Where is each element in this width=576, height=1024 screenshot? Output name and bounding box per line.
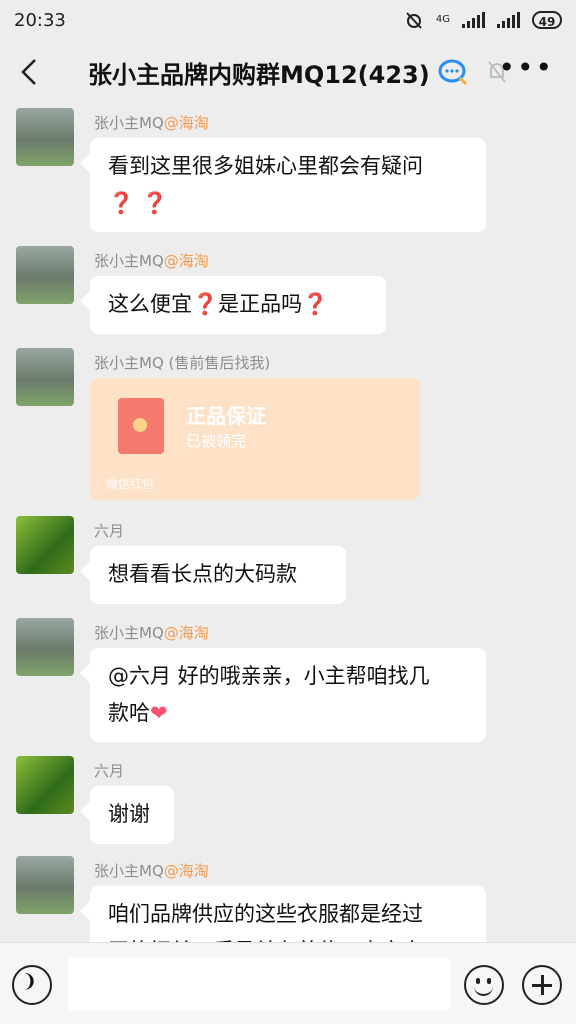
- signal-icon-2: [497, 12, 520, 28]
- question-icon: ❓: [302, 292, 329, 316]
- alarm-off-icon: [406, 12, 422, 29]
- ellipsis-icon: •••: [498, 51, 554, 84]
- status-bar: 20:33 4G 49: [0, 0, 576, 40]
- message-bubble[interactable]: 想看看长点的大码款: [90, 546, 346, 604]
- chat-header: 张小主品牌内购群MQ12(423) •••: [0, 40, 576, 104]
- sender-name: 六月: [94, 522, 125, 540]
- emoji-button[interactable]: [464, 965, 504, 1005]
- message-input[interactable]: [68, 957, 450, 1011]
- message-text: 这么便宜: [108, 292, 192, 316]
- sender-name: 张小主MQ@海淘: [94, 114, 209, 132]
- red-packet-status: 已被领完: [186, 432, 247, 450]
- question-icon: ❓: [192, 292, 219, 316]
- message-item: 六月 谢谢: [16, 756, 560, 846]
- more-functions-button[interactable]: [522, 965, 562, 1005]
- input-bar: [0, 942, 576, 1024]
- message-bubble[interactable]: 看到这里很多姐妹心里都会有疑问 ❓ ❓: [90, 138, 486, 232]
- chat-title[interactable]: 张小主品牌内购群MQ12(423): [88, 55, 430, 90]
- message-text-2: 款哈: [108, 701, 150, 725]
- avatar[interactable]: [16, 246, 74, 304]
- chevron-left-icon: [21, 59, 36, 85]
- network-label: 4G: [435, 14, 450, 25]
- message-bubble[interactable]: 谢谢: [90, 786, 174, 844]
- message-list[interactable]: 张小主MQ@海淘 看到这里很多姐妹心里都会有疑问 ❓ ❓ 张小主MQ@海淘 这么…: [0, 104, 576, 942]
- avatar[interactable]: [16, 108, 74, 166]
- red-packet-icon: [118, 398, 164, 454]
- avatar[interactable]: [16, 516, 74, 574]
- more-options-button[interactable]: •••: [498, 54, 554, 82]
- back-button[interactable]: [0, 40, 58, 104]
- status-icons: 4G 49: [404, 10, 562, 30]
- voice-button[interactable]: [12, 965, 52, 1005]
- message-item: 张小主MQ@海淘 看到这里很多姐妹心里都会有疑问 ❓ ❓: [16, 108, 560, 232]
- message-item: 张小主MQ@海淘 这么便宜❓是正品吗❓: [16, 246, 560, 336]
- message-bubble[interactable]: 这么便宜❓是正品吗❓: [90, 276, 386, 334]
- message-text: 看到这里很多姐妹心里都会有疑问: [108, 154, 423, 178]
- signal-icon: [462, 12, 485, 28]
- question-icons: ❓ ❓: [108, 191, 168, 215]
- message-text: 想看看长点的大码款: [108, 562, 297, 586]
- avatar[interactable]: [16, 856, 74, 914]
- avatar[interactable]: [16, 618, 74, 676]
- sender-name: 张小主MQ@海淘: [94, 252, 209, 270]
- message-bubble[interactable]: 咱们品牌供应的这些衣服都是经过 严格把关，质量关有着位，大家自: [90, 886, 486, 942]
- message-text: 咱们品牌供应的这些衣服都是经过: [108, 902, 423, 926]
- red-packet-card[interactable]: 正品保证 已被领完 微信红包: [90, 378, 420, 500]
- message-text-2: 是正品吗: [218, 292, 303, 316]
- sender-name: 张小主MQ@海淘: [94, 862, 209, 880]
- red-packet-footer: 微信红包: [106, 477, 155, 491]
- message-item: 张小主MQ@海淘 咱们品牌供应的这些衣服都是经过 严格把关，质量关有着位，大家自: [16, 856, 560, 942]
- heart-icon: ❤: [150, 701, 168, 725]
- avatar[interactable]: [16, 348, 74, 406]
- status-time: 20:33: [14, 9, 66, 31]
- message-bubble[interactable]: @六月 好的哦亲亲，小主帮咱找几 款哈❤: [90, 648, 486, 742]
- sender-name: 张小主MQ (售前售后找我): [94, 354, 271, 372]
- message-text: 谢谢: [108, 802, 150, 826]
- message-item: 张小主MQ (售前售后找我) 正品保证 已被领完 微信红包: [16, 348, 560, 508]
- message-text-2: 严格把关，质量关有着位，大家自: [108, 933, 468, 942]
- avatar[interactable]: [16, 756, 74, 814]
- red-packet-title: 正品保证: [186, 404, 266, 428]
- message-item: 六月 想看看长点的大码款: [16, 516, 560, 606]
- group-chat-icon: [438, 59, 467, 86]
- message-text: @六月 好的哦亲亲，小主帮咱找几: [108, 664, 430, 688]
- sender-name: 张小主MQ@海淘: [94, 624, 209, 642]
- sender-name: 六月: [94, 762, 125, 780]
- message-item: 张小主MQ@海淘 @六月 好的哦亲亲，小主帮咱找几 款哈❤: [16, 618, 560, 742]
- battery-icon: 49: [532, 11, 562, 29]
